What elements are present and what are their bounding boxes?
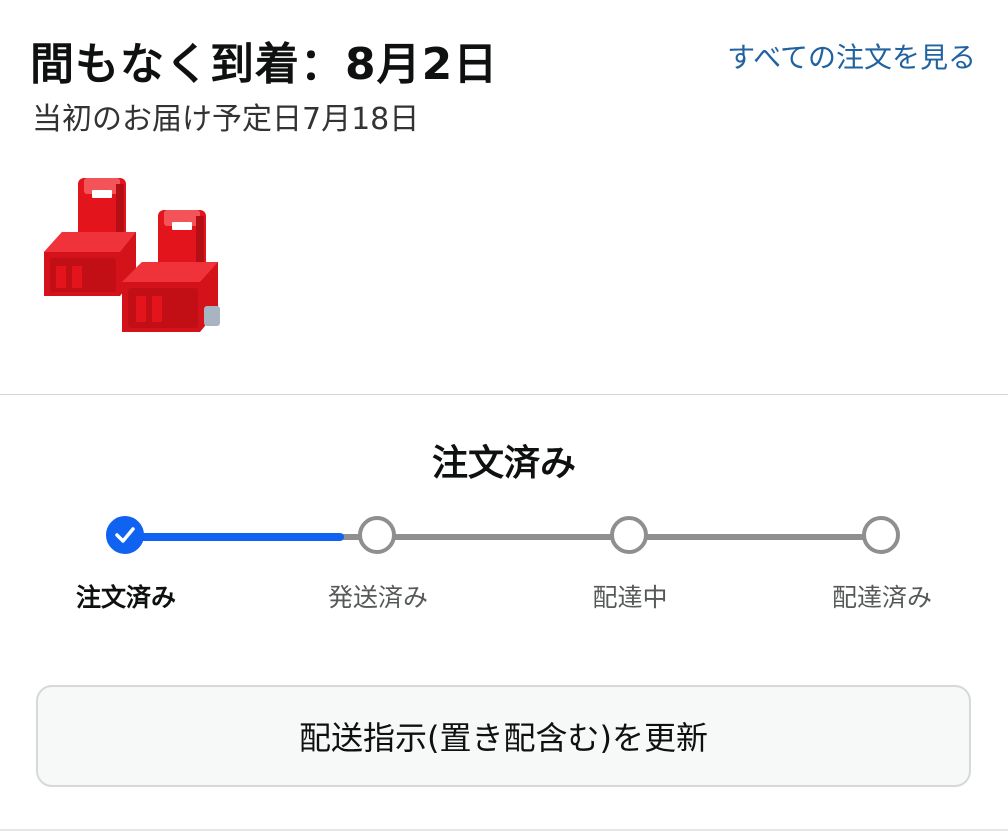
step-shipped-label: 発送済み	[327, 583, 429, 612]
bottom-divider	[0, 829, 1008, 831]
arrival-title: 間もなく到着：8月2日	[30, 39, 499, 90]
original-delivery-date: 当初のお届け予定日7月18日	[32, 102, 420, 137]
step-delivered-label: 配達済み	[831, 583, 933, 612]
step-ordered-dot	[106, 516, 144, 554]
order-tracking-page: 間もなく到着：8月2日 すべての注文を見る 当初のお届け予定日7月18日 注文済…	[0, 0, 1008, 833]
section-divider	[0, 394, 1008, 395]
step-out-for-delivery-dot	[610, 516, 648, 554]
step-delivered-dot	[862, 516, 900, 554]
step-ordered-label: 注文済み	[75, 583, 177, 612]
step-shipped-dot	[358, 516, 396, 554]
view-all-orders-link[interactable]: すべての注文を見る	[727, 36, 976, 76]
product-image[interactable]	[40, 170, 235, 360]
progress-tracker: 注文済み 発送済み 配達中 配達済み	[0, 500, 1008, 612]
progress-fill	[126, 533, 344, 541]
check-icon	[115, 527, 135, 543]
step-out-for-delivery-label: 配達中	[592, 583, 668, 612]
update-delivery-instructions-button[interactable]: 配送指示(置き配含む)を更新	[36, 685, 971, 787]
status-heading: 注文済み	[431, 443, 576, 484]
battery-pack-image	[44, 178, 220, 332]
